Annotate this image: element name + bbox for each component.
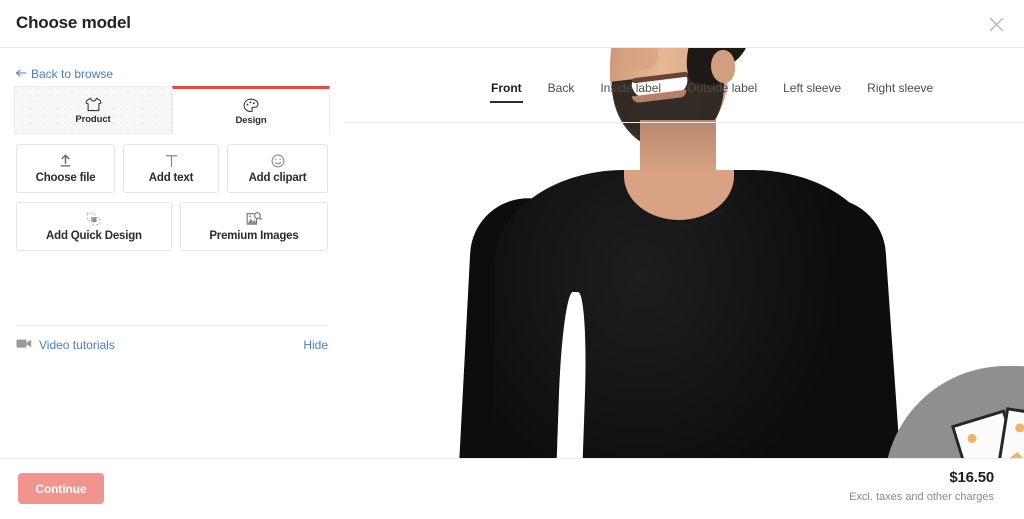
design-sidebar: Back to browse Product Design Choose fil…: [0, 48, 344, 458]
tab-product-label: Product: [75, 113, 111, 125]
layers-icon: [86, 212, 101, 227]
model-neck-shadow: [640, 120, 716, 166]
view-tab-front[interactable]: Front: [478, 69, 535, 103]
design-actions-row-2: Add Quick Design Premium Images: [16, 202, 328, 251]
dialog-header: Choose model: [0, 0, 1024, 48]
video-tutorials-row: Video tutorials Hide: [16, 336, 328, 354]
mode-tab-bar: Product Design: [14, 86, 330, 134]
choose-file-button[interactable]: Choose file: [16, 144, 115, 193]
video-tutorials-label: Video tutorials: [39, 338, 115, 352]
video-camera-icon: [16, 336, 32, 354]
close-icon: [989, 17, 1004, 32]
add-clipart-button[interactable]: Add clipart: [227, 144, 328, 193]
smiley-icon: [271, 154, 285, 169]
design-dropzone[interactable]: DROP: [884, 366, 1024, 458]
premium-images-label: Premium Images: [209, 229, 299, 242]
hide-tutorials-link[interactable]: Hide: [303, 338, 328, 352]
view-tab-right-sleeve[interactable]: Right sleeve: [854, 69, 946, 103]
back-to-browse-label: Back to browse: [31, 67, 114, 81]
image-search-icon: [246, 212, 262, 227]
price-block: $16.50 Excl. taxes and other charges: [849, 469, 994, 503]
view-tab-right-sleeve-label: Right sleeve: [867, 80, 934, 95]
view-tab-bar: Front Back Inside label Outside label Le…: [344, 48, 1024, 123]
view-tab-front-label: Front: [491, 80, 522, 95]
product-preview-panel: DROP Front Back Inside label Outside lab…: [344, 48, 1024, 458]
view-tab-inside-label-text: Inside label: [600, 80, 662, 95]
video-tutorials-link[interactable]: Video tutorials: [16, 336, 115, 354]
add-text-button[interactable]: Add text: [123, 144, 219, 193]
price-note: Excl. taxes and other charges: [849, 491, 994, 503]
arrow-left-icon: [15, 69, 27, 80]
upload-icon: [59, 154, 72, 169]
close-button[interactable]: [982, 10, 1010, 38]
photos-icon: [950, 407, 1024, 458]
tab-product[interactable]: Product: [14, 86, 172, 134]
view-tab-inside-label[interactable]: Inside label: [587, 69, 674, 103]
choose-model-dialog: Choose model Back to browse Product Desi…: [0, 0, 1024, 519]
text-icon: [165, 154, 178, 169]
add-clipart-label: Add clipart: [248, 171, 307, 184]
add-text-label: Add text: [148, 171, 194, 184]
tshirt-icon: [84, 96, 102, 113]
design-actions-row-1: Choose file Add text Add clipart: [16, 144, 328, 193]
view-tab-outside-label-text: Outside label: [687, 80, 758, 95]
tab-design[interactable]: Design: [172, 86, 330, 134]
add-quick-design-button[interactable]: Add Quick Design: [16, 202, 172, 251]
view-tab-outside-label[interactable]: Outside label: [674, 69, 770, 103]
price-value: $16.50: [949, 469, 994, 486]
premium-images-button[interactable]: Premium Images: [179, 202, 328, 251]
choose-file-label: Choose file: [35, 171, 96, 184]
continue-button[interactable]: Continue: [18, 473, 104, 504]
design-actions: Choose file Add text Add clipart Add Qui…: [16, 144, 328, 260]
back-to-browse-link[interactable]: Back to browse: [15, 67, 114, 81]
view-tab-back-label: Back: [547, 80, 575, 95]
view-tab-left-sleeve[interactable]: Left sleeve: [770, 69, 854, 103]
view-tab-back[interactable]: Back: [535, 69, 588, 103]
dialog-footer: Continue $16.50 Excl. taxes and other ch…: [0, 458, 1024, 519]
palette-icon: [243, 97, 259, 114]
divider: [16, 325, 328, 326]
tab-design-label: Design: [235, 115, 267, 126]
page-title: Choose model: [16, 13, 131, 32]
add-quick-design-label: Add Quick Design: [46, 229, 142, 242]
view-tab-left-sleeve-label: Left sleeve: [783, 80, 842, 95]
